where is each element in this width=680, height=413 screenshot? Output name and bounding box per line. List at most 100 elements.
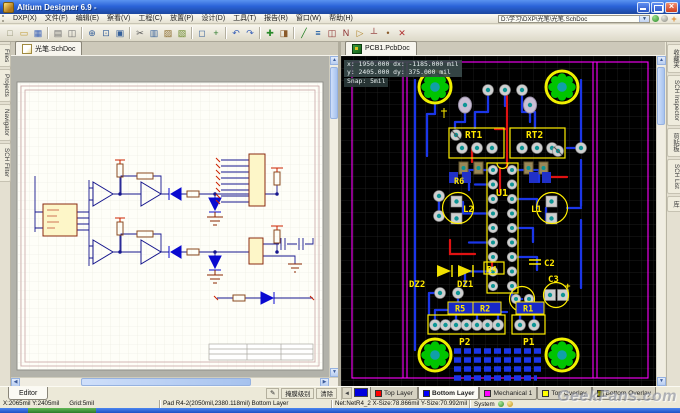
menu-edit[interactable]: 编辑(E) [72, 14, 103, 24]
cut-icon[interactable]: ✂ [134, 27, 147, 40]
panel-tab-sch-filter[interactable]: SCH Filter [0, 143, 11, 182]
layer-tab-bottom-overlay[interactable]: Bottom Overlay [592, 387, 656, 400]
add-icon[interactable]: + [670, 15, 678, 23]
place-junction-icon[interactable]: • [382, 27, 395, 40]
panel-tab-libraries[interactable]: 库 [667, 196, 680, 212]
title-bar[interactable]: Altium Designer 6.9 - [0, 0, 680, 14]
place-part-icon[interactable]: ◫ [326, 27, 339, 40]
redo-icon[interactable]: ↷ [244, 27, 257, 40]
panel-tab-favorites[interactable]: 收藏夹 [667, 44, 680, 73]
tab-pcb-document[interactable]: PCB1.PcbDoc [345, 41, 417, 55]
browse-library-icon[interactable]: ◨ [278, 27, 291, 40]
place-power-port-icon[interactable]: ┴ [368, 27, 381, 40]
pcb-label-r4: R4 [487, 265, 497, 274]
pcb-label-r5: R5 [455, 305, 465, 315]
tab-editor[interactable]: Editor [8, 387, 48, 400]
no-erc-icon[interactable]: ✕ [396, 27, 409, 40]
move-selection-icon[interactable]: + [210, 27, 223, 40]
toolbar-separator [293, 27, 295, 39]
menu-tools[interactable]: 工具(T) [229, 14, 260, 24]
undo-icon[interactable]: ↶ [230, 27, 243, 40]
pcb-heads-up-display: x: 1950.000 dx: -1185.000 mil y: 2405.00… [344, 60, 462, 87]
pcb-label-r2: R2 [480, 305, 490, 315]
panel-orb-yellow-icon[interactable] [507, 401, 513, 407]
layer-scroll-left-icon[interactable]: ◄ [342, 387, 352, 399]
print-icon[interactable]: ▤ [52, 27, 65, 40]
place-port-icon[interactable]: ▷ [354, 27, 367, 40]
schematic-canvas[interactable] [11, 56, 329, 377]
select-area-icon[interactable]: ◻ [196, 27, 209, 40]
system-panels-button[interactable]: System [474, 401, 495, 408]
menu-project[interactable]: 工程(C) [134, 14, 166, 24]
sch-vscroll-thumb[interactable] [330, 67, 338, 119]
new-document-icon[interactable]: □ [4, 27, 17, 40]
panel-tab-sch-inspector[interactable]: SCH Inspector [667, 75, 680, 126]
mask-level-button[interactable]: 掩膜级别 [281, 388, 314, 399]
place-wire-icon[interactable]: ╱ [298, 27, 311, 40]
menu-place[interactable]: 放置(P) [166, 14, 197, 24]
layer-tab-mechanical-1[interactable]: Mechanical 1 [479, 387, 537, 400]
pcb-vscroll-thumb[interactable] [657, 67, 665, 125]
print-preview-icon[interactable]: ◫ [66, 27, 79, 40]
pcb-doc-icon [352, 44, 362, 54]
rubber-stamp-icon[interactable]: ▧ [176, 27, 189, 40]
panel-tab-projects[interactable]: Projects [0, 69, 11, 102]
open-document-icon[interactable]: ▭ [18, 27, 31, 40]
layer-tab-top-overlay[interactable]: Top Overlay [537, 387, 591, 400]
title-block [209, 344, 313, 360]
refresh-icon[interactable] [652, 15, 659, 22]
pcb-label-p2: P2 [459, 337, 470, 348]
address-bar[interactable]: D:\学习\DXP\光笔\光笔.SchDoc ▼ [498, 15, 650, 23]
pcb-drawing[interactable]: RT1 RT2 U1 L2 L1 R6 R4 DZ2 DZ1 C2 C3 + R… [341, 56, 656, 386]
menu-file[interactable]: 文件(F) [41, 14, 72, 24]
panel-orb-green-icon[interactable] [498, 401, 504, 407]
address-value[interactable]: D:\学习\DXP\光笔\光笔.SchDoc [499, 14, 639, 23]
annotate-pencil-icon[interactable]: ✎ [266, 388, 279, 399]
address-dropdown-icon[interactable]: ▼ [639, 16, 649, 22]
bottom-layer-color-swatch [423, 390, 430, 397]
place-net-label-icon[interactable]: N [340, 27, 353, 40]
pcb-vertical-scrollbar[interactable]: ▲ ▼ [656, 56, 665, 386]
clear-button[interactable]: 清除 [316, 388, 337, 399]
maximize-button[interactable] [651, 2, 664, 13]
sch-horizontal-scrollbar[interactable]: ◀ ▶ [11, 377, 338, 386]
save-document-icon[interactable]: ▦ [32, 27, 45, 40]
menu-view[interactable]: 察看(V) [103, 14, 134, 24]
panel-tab-navigator[interactable]: Navigator [0, 104, 11, 141]
zoom-document-icon[interactable]: ⊕ [86, 27, 99, 40]
paste-icon[interactable]: ▨ [162, 27, 175, 40]
zoom-selection-icon[interactable]: ▣ [114, 27, 127, 40]
menu-reports[interactable]: 报告(R) [260, 14, 292, 24]
panel-tab-clipboard[interactable]: 剪贴板 [667, 128, 680, 157]
pcb-label-u1: U1 [496, 188, 508, 199]
menu-grip-handle[interactable] [2, 15, 7, 22]
pcb-label-c3-plus: + [565, 282, 571, 292]
cross-probe-icon[interactable]: ✚ [264, 27, 277, 40]
copy-icon[interactable]: ▥ [148, 27, 161, 40]
sch-vertical-scrollbar[interactable]: ▲ ▼ [329, 56, 338, 377]
place-bus-icon[interactable]: ≡ [312, 27, 325, 40]
current-layer-swatch[interactable] [354, 388, 368, 397]
home-icon[interactable] [661, 15, 668, 22]
close-button[interactable] [665, 2, 678, 13]
schematic-drawing[interactable] [11, 56, 329, 377]
menu-dxp[interactable]: DXP(X) [9, 14, 41, 24]
panel-tab-sch-list[interactable]: SCH List [667, 159, 680, 194]
pcb-label-c3: C3 [548, 275, 559, 285]
layer-tab-top-layer[interactable]: Top Layer [370, 387, 418, 400]
menu-design[interactable]: 设计(D) [197, 14, 229, 24]
pcb-canvas[interactable]: RT1 RT2 U1 L2 L1 R6 R4 DZ2 DZ1 C2 C3 + R… [341, 56, 656, 386]
windows-taskbar-strip[interactable] [0, 408, 680, 413]
menu-window[interactable]: 窗口(W) [292, 14, 325, 24]
zoom-area-icon[interactable]: ⊡ [100, 27, 113, 40]
sch-hscroll-thumb[interactable] [81, 378, 251, 386]
tab-sch-document[interactable]: 光笔.SchDoc [15, 41, 82, 55]
status-coords-panel: X:2065mil Y:2405mil Grid:5mil [0, 400, 160, 408]
minimize-button[interactable] [637, 2, 650, 13]
layer-tab-bottom-layer[interactable]: Bottom Layer [418, 387, 480, 400]
window-title: Altium Designer 6.9 - [17, 3, 97, 12]
pcb-label-p1: P1 [523, 337, 535, 348]
panel-tab-files[interactable]: Files [0, 44, 11, 67]
start-button-fragment[interactable] [28, 408, 96, 413]
menu-help[interactable]: 帮助(H) [325, 14, 357, 24]
